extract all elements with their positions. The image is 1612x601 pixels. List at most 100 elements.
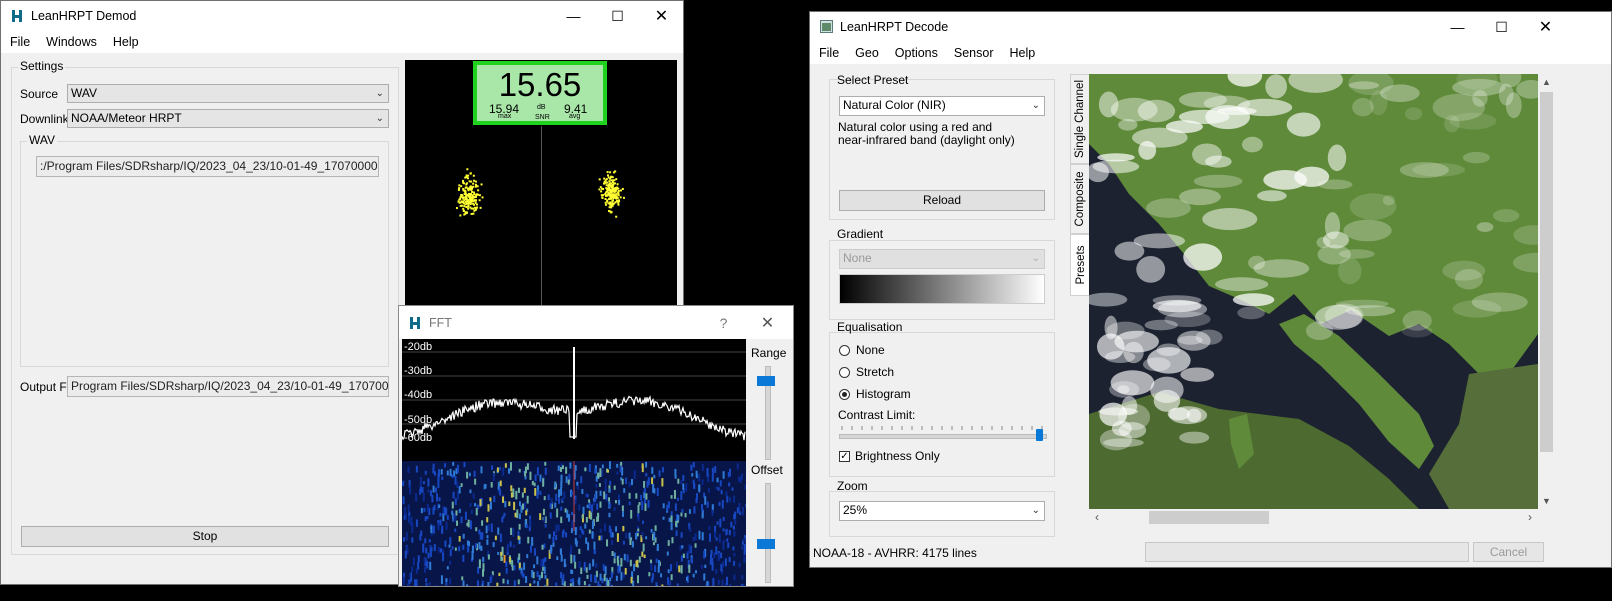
vertical-scroll-thumb[interactable] (1540, 92, 1553, 452)
waterfall-cell (630, 478, 633, 486)
waterfall-cell (570, 511, 573, 516)
scroll-right-icon[interactable]: › (1522, 509, 1538, 526)
waterfall-cell (600, 535, 603, 541)
waterfall-cell (581, 515, 584, 519)
tab-composite[interactable]: Composite (1070, 164, 1090, 234)
constellation-point (616, 186, 619, 189)
waterfall-cell (604, 485, 607, 492)
fft-spectrum (402, 347, 746, 441)
gradient-select[interactable]: None ⌄ (839, 249, 1045, 269)
minimize-icon[interactable]: — (551, 1, 596, 31)
waterfall-cell (436, 493, 439, 502)
help-icon[interactable]: ? (701, 306, 746, 339)
waterfall-cell (485, 525, 488, 534)
waterfall-cell (674, 475, 677, 479)
waterfall-cell (645, 473, 648, 477)
offset-slider-handle[interactable] (757, 539, 775, 549)
close-icon[interactable]: ✕ (745, 306, 790, 339)
maximize-icon[interactable]: ☐ (1479, 12, 1524, 42)
scroll-down-icon[interactable]: ▼ (1538, 493, 1555, 509)
waterfall-cell (512, 527, 515, 537)
menu-sensor[interactable]: Sensor (946, 46, 1002, 60)
menu-options[interactable]: Options (887, 46, 946, 60)
waterfall-cell (529, 471, 532, 480)
waterfall-cell (653, 474, 656, 479)
waterfall-cell (616, 555, 619, 563)
scroll-up-icon[interactable]: ▲ (1538, 74, 1555, 90)
source-select[interactable]: WAV ⌄ (67, 84, 389, 103)
constellation-point (460, 204, 463, 207)
constellation-point (473, 179, 476, 182)
eq-none-radio[interactable]: None (839, 343, 885, 357)
offset-slider[interactable] (765, 483, 771, 583)
waterfall-canvas (402, 461, 746, 586)
waterfall-cell (618, 494, 621, 500)
waterfall-cell (620, 571, 623, 581)
waterfall-cell (513, 564, 516, 571)
waterfall-cell (695, 570, 698, 574)
preset-description: Natural color using a red and near-infra… (838, 120, 1015, 147)
constellation-point (473, 209, 476, 212)
cloud (1343, 219, 1392, 242)
contrast-slider-handle[interactable] (1036, 429, 1043, 441)
eq-stretch-radio[interactable]: Stretch (839, 365, 894, 379)
constellation-point (598, 188, 601, 191)
eq-histogram-radio[interactable]: Histogram (839, 387, 911, 401)
zoom-select[interactable]: 25% ⌄ (839, 501, 1045, 521)
horizontal-scrollbar[interactable]: ‹ › (1089, 509, 1538, 526)
menu-file[interactable]: File (810, 46, 847, 60)
waterfall-cell (645, 536, 648, 540)
maximize-icon[interactable]: ☐ (595, 1, 640, 31)
constellation-point (462, 207, 465, 210)
image-viewport[interactable] (1089, 74, 1538, 509)
waterfall-cell (403, 537, 406, 542)
cloud (1492, 209, 1520, 223)
cloud (1110, 370, 1155, 396)
preset-select[interactable]: Natural Color (NIR) ⌄ (839, 96, 1045, 116)
downlink-select[interactable]: NOAA/Meteor HRPT ⌄ (67, 109, 389, 128)
wav-path-field[interactable]: :/Program Files/SDRsharp/IQ/2023_04_23/1… (36, 156, 379, 177)
waterfall-cell (703, 573, 706, 581)
waterfall-cell (500, 551, 503, 556)
waterfall-cell (510, 527, 513, 535)
waterfall-cell (475, 508, 478, 516)
constellation-point (462, 179, 465, 182)
waterfall-cell (588, 499, 591, 503)
waterfall-cell (596, 516, 599, 522)
menu-help[interactable]: Help (105, 35, 147, 49)
waterfall-cell (708, 526, 711, 530)
close-icon[interactable]: ✕ (1523, 12, 1568, 42)
waterfall-cell (579, 534, 582, 539)
waterfall-cell (571, 578, 574, 582)
waterfall-cell (711, 509, 714, 516)
waterfall-cell (469, 520, 472, 530)
tab-single-channel[interactable]: Single Channel (1070, 74, 1090, 164)
waterfall-cell (424, 516, 427, 522)
horizontal-scroll-thumb[interactable] (1149, 511, 1269, 524)
contrast-slider[interactable] (839, 434, 1047, 439)
stop-button[interactable]: Stop (21, 526, 389, 547)
scroll-left-icon[interactable]: ‹ (1089, 509, 1105, 526)
menu-windows[interactable]: Windows (38, 35, 105, 49)
waterfall-cell (470, 509, 473, 515)
range-slider-handle[interactable] (757, 376, 775, 386)
contrast-ticks (841, 426, 1043, 430)
menu-geo[interactable]: Geo (847, 46, 887, 60)
menu-help[interactable]: Help (1002, 46, 1044, 60)
vertical-scrollbar[interactable]: ▲ ▼ (1538, 74, 1555, 509)
waterfall-cell (430, 546, 433, 552)
close-icon[interactable]: ✕ (639, 1, 683, 31)
output-path-field[interactable]: Program Files/SDRsharp/IQ/2023_04_23/10-… (67, 376, 389, 397)
minimize-icon[interactable]: — (1435, 12, 1480, 42)
waterfall-cell (426, 504, 429, 512)
menu-file[interactable]: File (1, 35, 38, 49)
waterfall-cell (525, 510, 528, 516)
waterfall-cell (458, 485, 461, 494)
waterfall-cell (560, 487, 563, 496)
reload-button[interactable]: Reload (839, 190, 1045, 211)
cancel-button[interactable]: Cancel (1473, 542, 1544, 562)
tab-presets[interactable]: Presets (1070, 234, 1090, 296)
waterfall-cell (681, 508, 684, 513)
cloud (1167, 407, 1191, 421)
brightness-only-checkbox[interactable]: ✓ Brightness Only (839, 449, 940, 463)
